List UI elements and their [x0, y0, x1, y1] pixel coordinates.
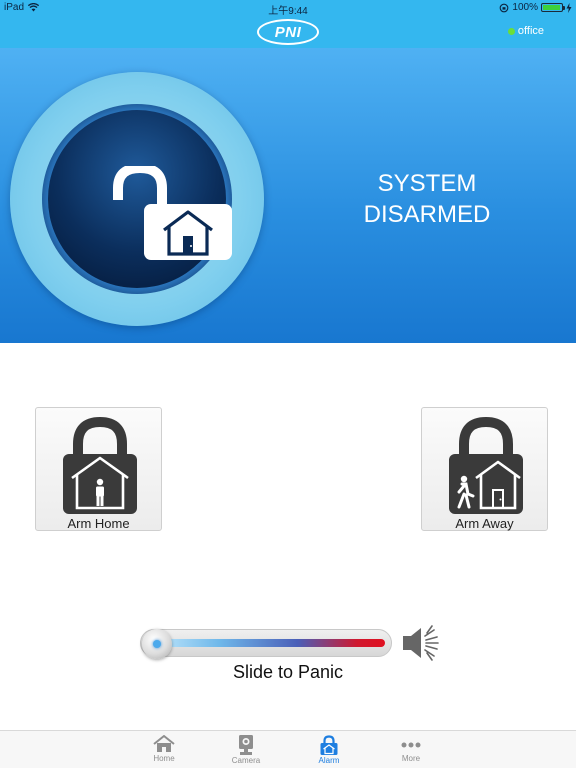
arm-home-label: Arm Home	[67, 516, 130, 531]
lock-open-home-icon	[113, 166, 232, 260]
status-right: 100%	[499, 2, 572, 13]
panic-slider[interactable]	[140, 629, 392, 659]
arm-away-label: Arm Away	[455, 516, 514, 531]
orientation-lock-icon	[500, 3, 509, 12]
tab-camera[interactable]: Camera	[221, 733, 271, 767]
status-ring-inner	[42, 104, 232, 294]
speaker-icon	[403, 625, 439, 661]
arm-away-button[interactable]: Arm Away	[421, 407, 548, 531]
status-time: 上午9:44	[268, 6, 308, 17]
tab-alarm-label: Alarm	[318, 756, 340, 765]
online-status-dot-icon	[507, 27, 515, 35]
nav-bar: PNI office	[0, 16, 576, 48]
tab-camera-label: Camera	[231, 756, 261, 765]
tab-home[interactable]: Home	[139, 733, 189, 767]
alarm-lock-icon	[320, 735, 338, 755]
pni-logo: PNI	[257, 19, 319, 45]
tab-home-label: Home	[153, 754, 175, 763]
slide-to-panic-label: Slide to Panic	[232, 662, 344, 682]
camera-icon	[239, 735, 253, 755]
location-indicator[interactable]: office	[507, 25, 544, 37]
location-name: office	[517, 25, 544, 37]
status-bar: iPad 上午9:44 100%	[0, 0, 576, 17]
tab-alarm[interactable]: Alarm	[304, 733, 354, 767]
home-icon	[153, 735, 175, 752]
battery-icon	[541, 3, 565, 12]
status-line-1: SYSTEM	[377, 170, 477, 197]
arm-home-button[interactable]: Arm Home	[35, 407, 162, 531]
lock-home-walking-icon	[449, 416, 523, 514]
more-icon	[401, 742, 421, 748]
tab-bar: Home Camera Alarm More	[0, 730, 576, 768]
panic-slider-knob	[153, 640, 161, 648]
status-ring	[10, 72, 264, 326]
tab-more[interactable]: More	[386, 733, 436, 767]
panic-slider-track	[155, 639, 385, 647]
system-status-panel: SYSTEM DISARMED	[0, 48, 576, 343]
system-status-text: SYSTEM DISARMED	[342, 168, 512, 230]
charging-icon	[566, 2, 572, 13]
tab-more-label: More	[401, 754, 421, 763]
status-disc	[48, 110, 232, 288]
panic-slider-handle[interactable]	[142, 629, 172, 659]
status-line-2: DISARMED	[363, 201, 491, 228]
battery-percent: 100%	[512, 2, 538, 13]
lock-home-person-icon	[63, 416, 137, 514]
